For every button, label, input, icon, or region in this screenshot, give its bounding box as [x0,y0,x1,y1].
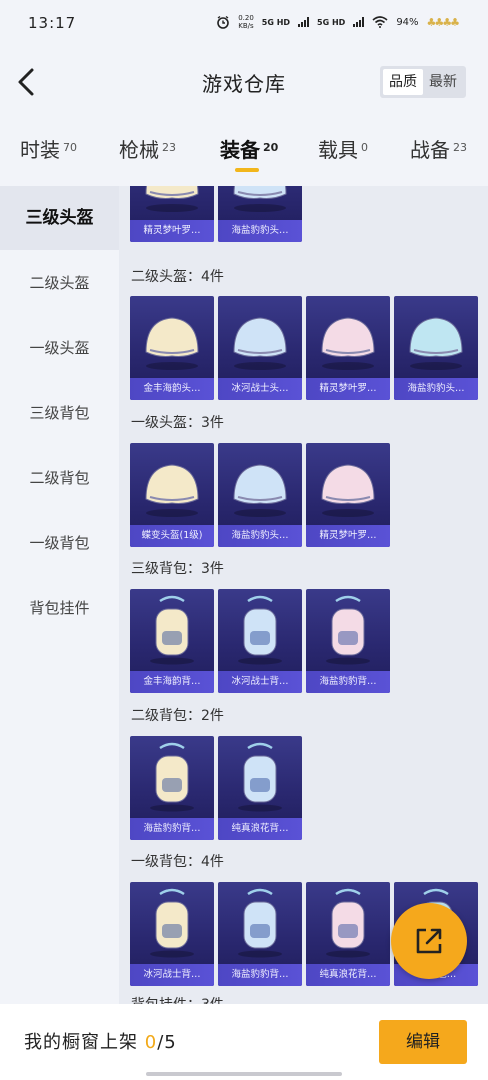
item-card[interactable]: 精灵梦叶罗… [306,443,390,547]
item-card[interactable]: 金丰海韵背… [130,589,214,693]
battery-icon: ♣♣♣♣ [426,15,460,29]
tab-firearms[interactable]: 枪械 23 [119,134,176,163]
item-name: 纯真浪花背… [218,818,302,840]
item-name: 精灵梦叶罗… [306,525,390,547]
header: 游戏仓库 品质 最新 [0,48,488,116]
home-indicator [146,1072,342,1076]
item-card[interactable]: 海盐豹豹背… [218,882,302,986]
item-card[interactable]: 纯真浪花背… [306,882,390,986]
helmet-image [145,464,199,517]
helmet-image [233,186,287,212]
item-name: 冰河战士背… [130,964,214,986]
item-card[interactable]: 金丰海韵头… [130,296,214,400]
item-card[interactable]: 精灵梦叶罗… [306,296,390,400]
net-speed: 0.20 KB/s [238,14,254,30]
backpack-image [238,742,282,812]
signal-1-label: 5G HD [261,17,291,27]
sort-toggle: 品质 最新 [380,66,466,98]
item-name: 精灵梦叶罗… [130,220,214,242]
helmet-image [145,317,199,370]
backpack-image [326,595,370,665]
section-title: 三级背包：3件 [131,561,224,577]
helmet-image [321,317,375,370]
status-bar: 13:17 0.20 KB/s 5G HD 5G HD 94% ♣♣♣♣ [0,0,488,48]
battery-percent: 94% [396,16,419,28]
section-title: 二级头盔：4件 [131,269,224,285]
tab-equipment[interactable]: 装备 20 [220,134,278,163]
section-title: 一级头盔：3件 [131,415,224,431]
sidebar-item-level1-helmet[interactable]: 一级头盔 [0,316,119,380]
item-name: 纯真浪花背… [306,964,390,986]
bottom-bar: 我的橱窗上架 0/5 编辑 [0,1004,488,1080]
item-name: 冰河战士背… [218,671,302,693]
status-icons: 0.20 KB/s 5G HD 5G HD 94% ♣♣♣♣ [216,14,460,30]
share-button[interactable] [391,903,467,979]
item-name: 海盐豹豹背… [218,964,302,986]
item-card[interactable]: 海盐豹豹头… [394,296,478,400]
sort-quality-button[interactable]: 品质 [383,69,423,95]
sidebar-item-level3-helmet[interactable]: 三级头盔 [0,186,119,250]
item-card[interactable]: 海盐豹豹背… [130,736,214,840]
edit-button[interactable]: 编辑 [379,1020,467,1064]
signal-1-icon [298,17,310,27]
backpack-image [326,888,370,958]
backpack-image [150,742,194,812]
sidebar-item-level2-helmet[interactable]: 二级头盔 [0,251,119,315]
helmet-image [145,186,199,212]
signal-2-icon [353,17,365,27]
item-name: 海盐豹豹头… [218,220,302,242]
item-name: 冰河战士头… [218,378,302,400]
item-name: 金丰海韵头… [130,378,214,400]
item-name: 海盐豹豹背… [130,818,214,840]
backpack-image [238,888,282,958]
status-time: 13:17 [28,14,77,32]
tab-combat-gear[interactable]: 战备 23 [410,134,467,163]
helmet-image [233,464,287,517]
signal-2-label: 5G HD [317,17,346,27]
helmet-image [409,317,463,370]
active-tab-indicator [235,168,259,172]
item-card[interactable]: 纯真浪花背… [218,736,302,840]
sidebar-item-level2-backpack[interactable]: 二级背包 [0,446,119,510]
item-card[interactable]: 冰河战士头… [218,296,302,400]
category-tabs: 时装 70 枪械 23 装备 20 载具 0 战备 23 [0,116,488,186]
item-grid: 精灵梦叶罗… 海盐豹豹头… 二级头盔：4件 金丰海韵头… 冰河战士头… 精灵梦叶罗… 海盐豹… [119,186,488,1004]
sidebar: 三级头盔 二级头盔 一级头盔 三级背包 二级背包 一级背包 背包挂件 [0,186,119,1004]
shelf-status: 我的橱窗上架 0/5 [24,1032,177,1053]
item-name: 精灵梦叶罗… [306,378,390,400]
item-name: 海盐豹豹头… [218,525,302,547]
item-card[interactable]: 海盐豹豹头… [218,186,302,242]
sidebar-item-level3-backpack[interactable]: 三级背包 [0,381,119,445]
share-icon [416,928,442,954]
backpack-image [150,888,194,958]
item-card[interactable]: 冰河战士背… [130,882,214,986]
helmet-image [321,464,375,517]
sidebar-item-level1-backpack[interactable]: 一级背包 [0,511,119,575]
tab-vehicles[interactable]: 载具 0 [318,134,368,163]
section-title: 二级背包：2件 [131,708,224,724]
backpack-image [238,595,282,665]
item-card[interactable]: 蝶变头盔(1级) [130,443,214,547]
sort-latest-button[interactable]: 最新 [423,69,463,95]
alarm-icon [217,15,229,29]
sidebar-item-backpack-charm[interactable]: 背包挂件 [0,576,119,640]
wifi-icon [372,16,388,28]
item-name: 蝶变头盔(1级) [130,525,214,547]
tab-fashion[interactable]: 时装 70 [20,134,77,163]
section-title: 一级背包：4件 [131,854,224,870]
helmet-image [233,317,287,370]
backpack-image [150,595,194,665]
item-card[interactable]: 海盐豹豹头… [218,443,302,547]
back-arrow-icon[interactable] [14,64,40,100]
section-title: 背包挂件：3件 [131,994,224,1004]
item-card[interactable]: 海盐豹豹背… [306,589,390,693]
item-name: 金丰海韵背… [130,671,214,693]
item-name: 海盐豹豹背… [306,671,390,693]
item-card[interactable]: 精灵梦叶罗… [130,186,214,242]
item-name: 海盐豹豹头… [394,378,478,400]
item-card[interactable]: 冰河战士背… [218,589,302,693]
